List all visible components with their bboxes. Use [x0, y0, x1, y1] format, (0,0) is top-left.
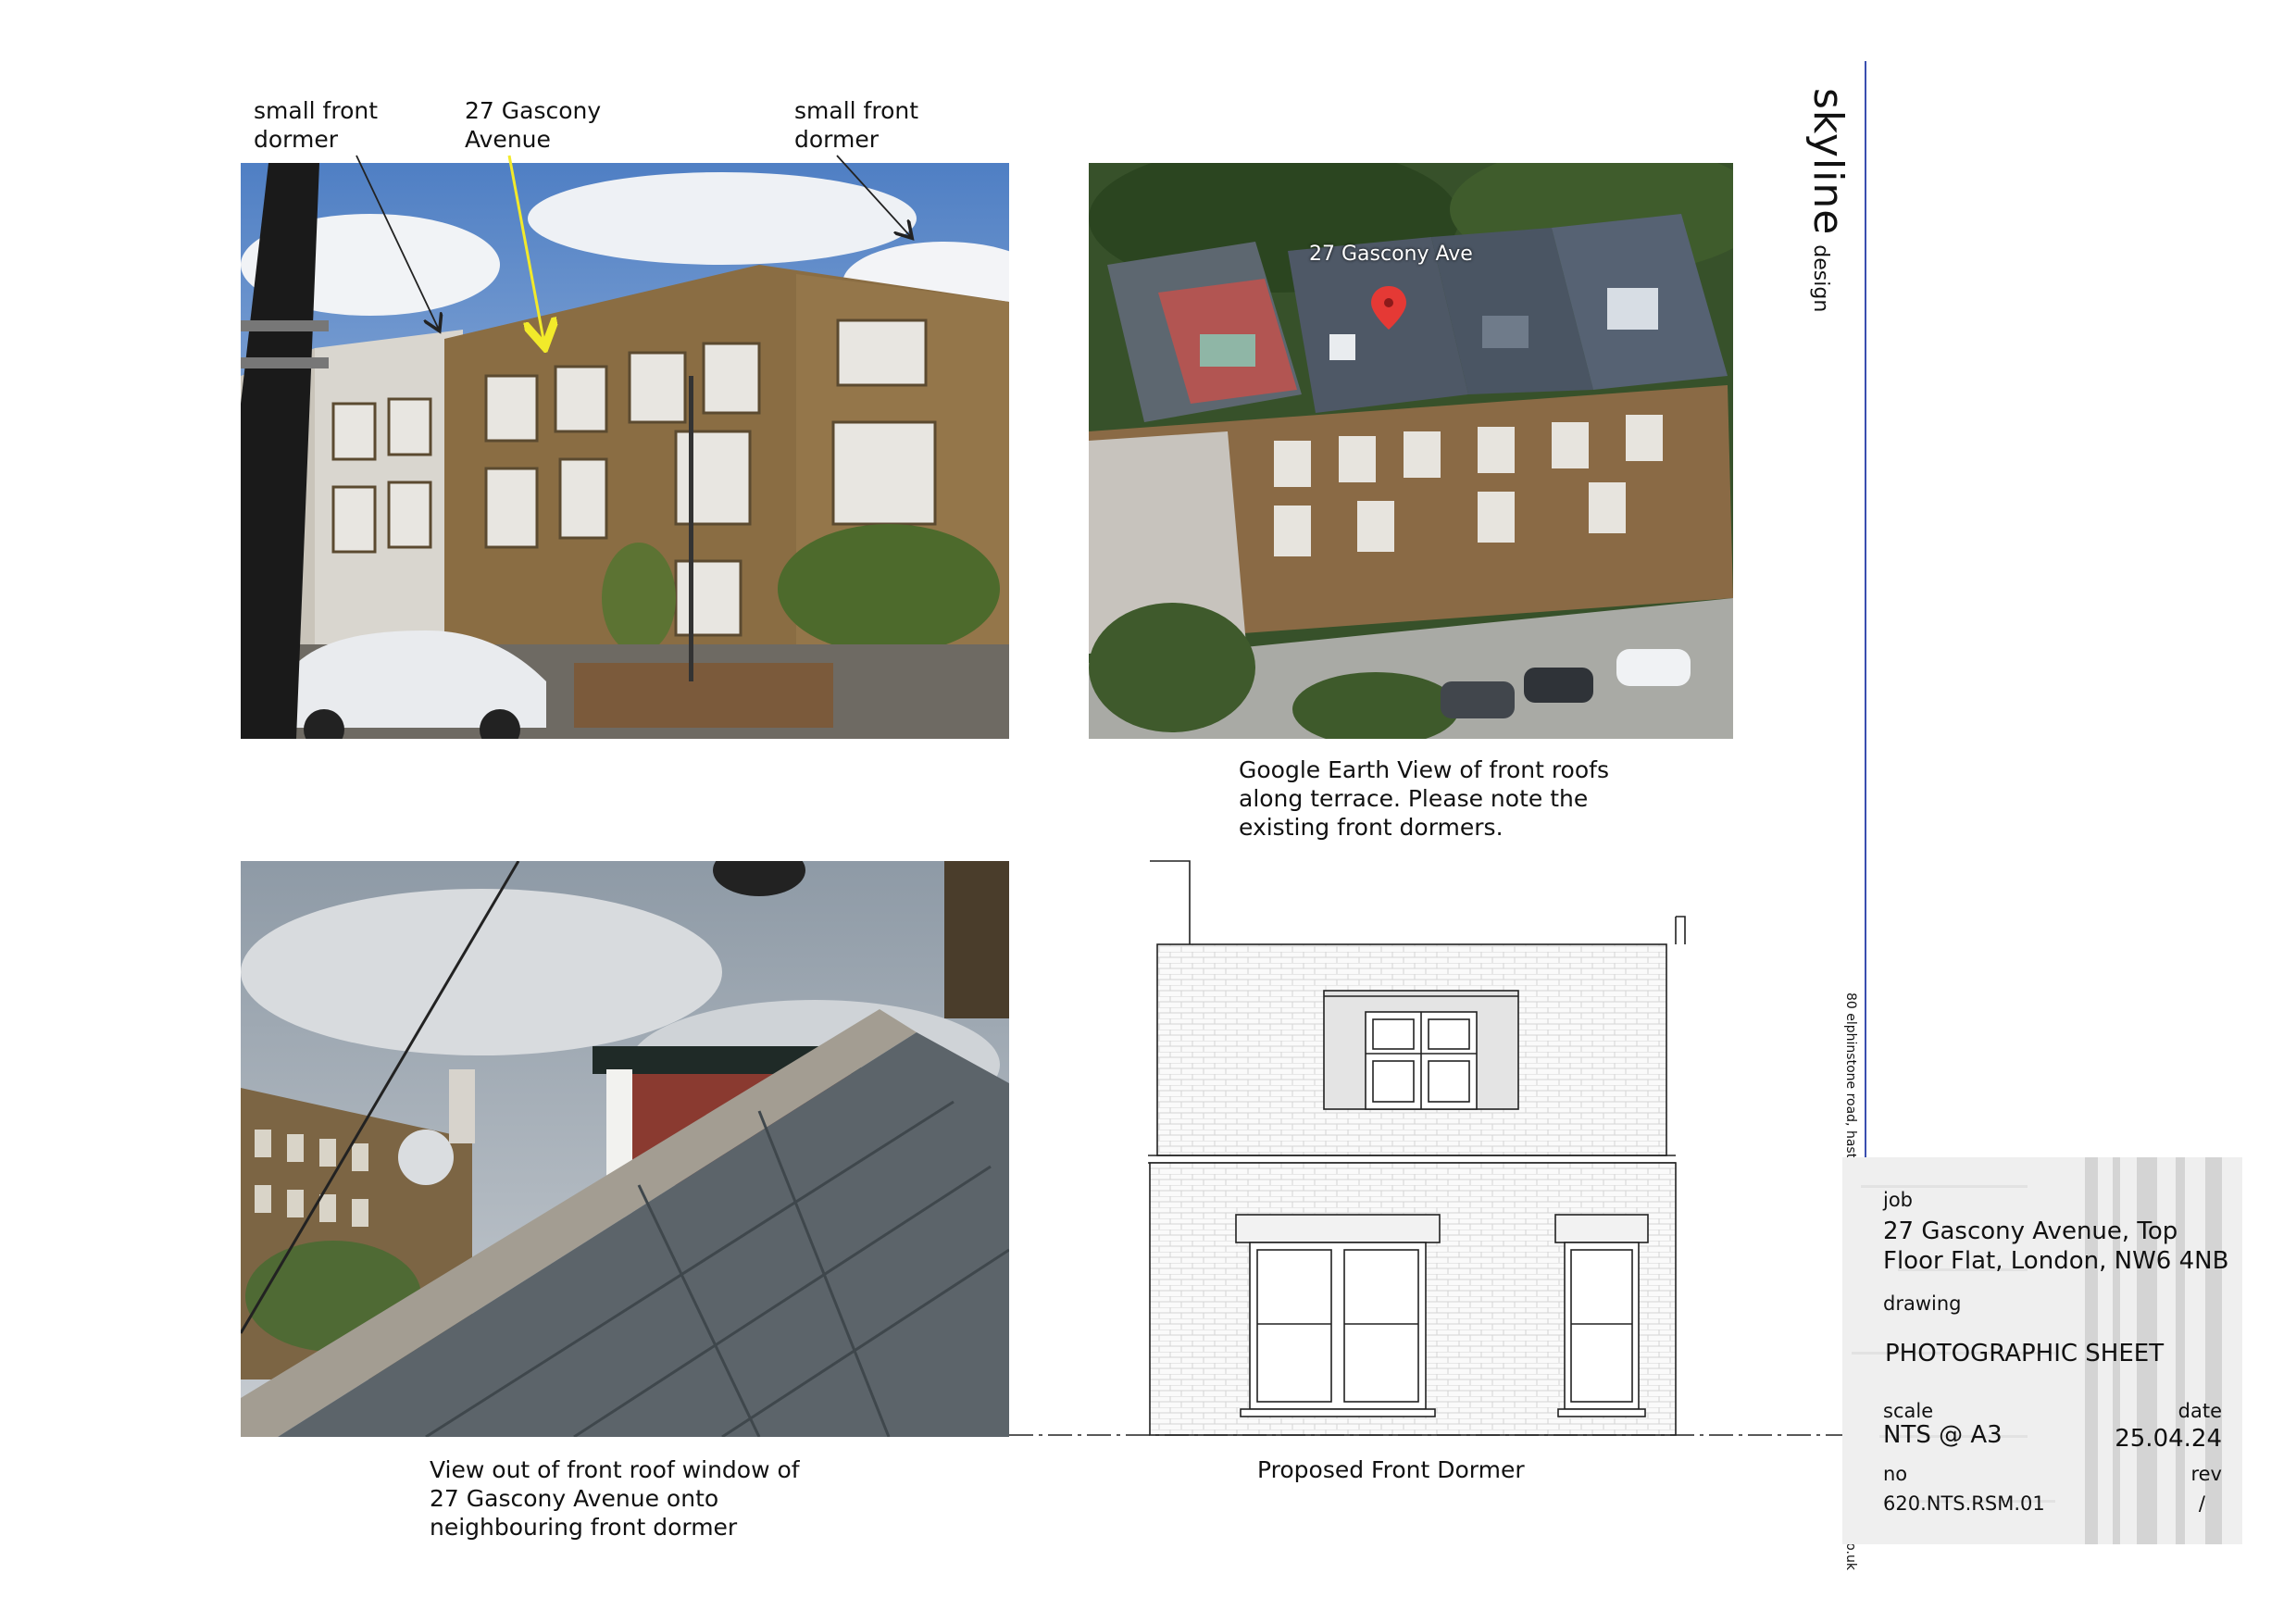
no-label: no	[1883, 1463, 1908, 1485]
roof-view-caption: View out of front roof window of 27 Gasc…	[430, 1456, 800, 1541]
job-label: job	[1883, 1189, 1914, 1211]
scale-value: NTS @ A3	[1883, 1421, 2003, 1449]
job-value: 27 Gascony Avenue, Top Floor Flat, Londo…	[1883, 1217, 2229, 1275]
drawing-label: drawing	[1883, 1292, 1962, 1315]
date-label: date	[2177, 1400, 2222, 1422]
arrow-address	[507, 155, 544, 344]
rev-value: /	[2198, 1492, 2205, 1515]
front-dormer-elevation	[1009, 860, 1842, 1436]
aerial-caption: Google Earth View of front roofs along t…	[1239, 756, 1609, 841]
brand-logo: skyline design	[1804, 88, 1852, 312]
drawing-value: PHOTOGRAPHIC SHEET	[1885, 1340, 2165, 1367]
brand-name: skyline	[1804, 88, 1852, 236]
annotation-arrows	[356, 155, 1018, 389]
map-pin-label: 27 Gascony Ave	[1309, 243, 1473, 266]
scale-label: scale	[1883, 1400, 1934, 1422]
arrow-left-dormer	[356, 155, 439, 330]
title-block: job 27 Gascony Avenue, Top Floor Flat, L…	[1842, 1157, 2242, 1544]
arrow-right-dormer	[836, 155, 911, 237]
no-value: 620.NTS.RSM.01	[1883, 1492, 2045, 1515]
rev-label: rev	[2190, 1463, 2222, 1485]
brand-sub: design	[1809, 244, 1832, 313]
date-value: 25.04.24	[2115, 1425, 2222, 1453]
aerial-photo: 27 Gascony Ave	[1089, 163, 1733, 739]
elevation-caption: Proposed Front Dormer	[1257, 1456, 1525, 1483]
roof-window-photo	[241, 861, 1009, 1437]
